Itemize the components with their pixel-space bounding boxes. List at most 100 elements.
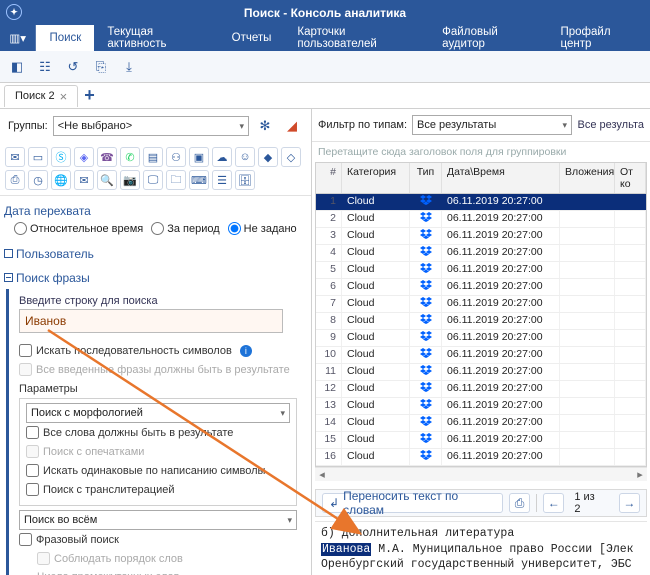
table-row[interactable]: 15 Cloud 06.11.2019 20:27:00 bbox=[316, 432, 646, 449]
print-button[interactable]: ⎙ bbox=[509, 493, 530, 513]
page-next-button[interactable]: → bbox=[619, 493, 640, 513]
preview-line-2: Иванова М.А. Муниципальное право России … bbox=[321, 542, 641, 558]
ficon-screen[interactable]: 🖵 bbox=[143, 170, 163, 190]
tab-usercards[interactable]: Карточки пользователей bbox=[284, 25, 429, 51]
ficon-card[interactable]: ▣ bbox=[189, 147, 209, 167]
radio-relative[interactable]: Относительное время bbox=[14, 222, 143, 235]
chk-samecase[interactable]: Искать одинаковые по написанию символы bbox=[26, 461, 290, 480]
chk-phrase-search[interactable]: Фразовый поиск bbox=[19, 530, 297, 549]
ficon-group[interactable]: ⚇ bbox=[166, 147, 186, 167]
ficon-camera[interactable]: 📷 bbox=[120, 170, 140, 190]
page-label: 1 из 2 bbox=[570, 491, 606, 515]
table-row[interactable]: 4 Cloud 06.11.2019 20:27:00 bbox=[316, 245, 646, 262]
ficon-chat[interactable]: ✉ bbox=[74, 170, 94, 190]
dropbox-icon bbox=[420, 212, 432, 222]
page-prev-button[interactable]: ← bbox=[543, 493, 564, 513]
tb-btn-4[interactable]: ⎘ bbox=[90, 56, 112, 78]
dropbox-icon bbox=[420, 331, 432, 341]
radio-none[interactable]: Не задано bbox=[228, 222, 297, 235]
col-type[interactable]: Тип bbox=[410, 163, 442, 193]
chk-translit[interactable]: Поиск с транслитерацией bbox=[26, 480, 290, 499]
tab-activity[interactable]: Текущая активность bbox=[94, 25, 218, 51]
ficon-search[interactable]: 🔍 bbox=[97, 170, 117, 190]
table-row[interactable]: 7 Cloud 06.11.2019 20:27:00 bbox=[316, 296, 646, 313]
wrap-text-button[interactable]: ↲ Переносить текст по словам bbox=[322, 493, 503, 513]
scroll-left-icon[interactable]: ◂ bbox=[315, 469, 329, 481]
ficon-viber[interactable]: ☎ bbox=[97, 147, 117, 167]
groups-gear-icon[interactable]: ✻ bbox=[254, 115, 276, 137]
chk-sequence[interactable]: Искать последовательность символов i bbox=[19, 341, 297, 360]
table-row[interactable]: 3 Cloud 06.11.2019 20:27:00 bbox=[316, 228, 646, 245]
doc-tab-search2[interactable]: Поиск 2 × bbox=[4, 85, 78, 107]
table-row[interactable]: 10 Cloud 06.11.2019 20:27:00 bbox=[316, 347, 646, 364]
tab-search[interactable]: Поиск bbox=[36, 25, 94, 51]
col-num[interactable]: # bbox=[316, 163, 342, 193]
ficon-rect[interactable]: ▭ bbox=[28, 147, 48, 167]
table-row[interactable]: 1 Cloud 06.11.2019 20:27:00 bbox=[316, 194, 646, 211]
new-tab-button[interactable]: + bbox=[84, 85, 95, 106]
ficon-13[interactable]: ◇ bbox=[281, 147, 301, 167]
table-row[interactable]: 14 Cloud 06.11.2019 20:27:00 bbox=[316, 415, 646, 432]
tb-btn-5[interactable]: ⤓ bbox=[118, 56, 140, 78]
tab-profile[interactable]: Профайл центр bbox=[547, 25, 650, 51]
ficon-whatsapp[interactable]: ✆ bbox=[120, 147, 140, 167]
app-menu-button[interactable]: ▥▾ bbox=[0, 25, 36, 51]
ficon-printer[interactable]: ⎙ bbox=[5, 170, 25, 190]
tab-fileauditor[interactable]: Файловый аудитор bbox=[429, 25, 547, 51]
section-intercept-date[interactable]: Дата перехвата bbox=[4, 198, 301, 222]
table-row[interactable]: 6 Cloud 06.11.2019 20:27:00 bbox=[316, 279, 646, 296]
ficon-keyboard[interactable]: ⌨ bbox=[189, 170, 209, 190]
col-date[interactable]: Дата\Время bbox=[442, 163, 560, 193]
table-row[interactable]: 8 Cloud 06.11.2019 20:27:00 bbox=[316, 313, 646, 330]
section-phrase[interactable]: Поиск фразы bbox=[4, 265, 301, 289]
radio-period[interactable]: За период bbox=[151, 222, 219, 235]
ficon-12[interactable]: ◆ bbox=[258, 147, 278, 167]
table-row[interactable]: 5 Cloud 06.11.2019 20:27:00 bbox=[316, 262, 646, 279]
ficon-folder[interactable]: 🗀 bbox=[166, 170, 186, 190]
results-grid[interactable]: # Категория Тип Дата\Время Вложения От к… bbox=[315, 162, 647, 467]
morphology-combo[interactable]: Поиск с морфологией▾ bbox=[26, 403, 290, 423]
phrase-input[interactable] bbox=[19, 309, 283, 333]
tab-reports[interactable]: Отчеты bbox=[219, 25, 285, 51]
section-user[interactable]: Пользователь bbox=[4, 241, 301, 265]
ficon-clock[interactable]: ◷ bbox=[28, 170, 48, 190]
ficon-file[interactable]: ▤ bbox=[143, 147, 163, 167]
dropbox-icon bbox=[420, 399, 432, 409]
groups-combo[interactable]: <Не выбрано> ▾ bbox=[53, 116, 249, 136]
col-category[interactable]: Категория bbox=[342, 163, 410, 193]
ficon-globe[interactable]: 🌐 bbox=[51, 170, 71, 190]
groups-label: Группы: bbox=[8, 120, 48, 132]
ficon-teams[interactable]: ◈ bbox=[74, 147, 94, 167]
doc-tab-label: Поиск 2 bbox=[15, 90, 55, 102]
table-row[interactable]: 2 Cloud 06.11.2019 20:27:00 bbox=[316, 211, 646, 228]
chk-all-words[interactable]: Все слова должны быть в результате bbox=[26, 423, 290, 442]
col-attachments[interactable]: Вложения bbox=[560, 163, 615, 193]
table-row[interactable]: 9 Cloud 06.11.2019 20:27:00 bbox=[316, 330, 646, 347]
grid-hscroll[interactable]: ◂ ▸ bbox=[315, 467, 647, 481]
table-row[interactable]: 13 Cloud 06.11.2019 20:27:00 bbox=[316, 398, 646, 415]
all-results-link[interactable]: Все результа bbox=[577, 119, 644, 131]
scroll-right-icon[interactable]: ▸ bbox=[633, 469, 647, 481]
info-icon: i bbox=[240, 345, 252, 357]
ficon-items[interactable]: ☰ bbox=[212, 170, 232, 190]
tb-btn-3[interactable]: ↺ bbox=[62, 56, 84, 78]
scope-combo[interactable]: Поиск во всём▾ bbox=[19, 510, 297, 530]
ficon-mail[interactable]: ✉ bbox=[5, 147, 25, 167]
table-row[interactable]: 16 Cloud 06.11.2019 20:27:00 bbox=[316, 449, 646, 466]
ficon-skype[interactable]: Ⓢ bbox=[51, 147, 71, 167]
dropbox-icon bbox=[420, 280, 432, 290]
groups-clear-icon[interactable]: ◢ bbox=[281, 115, 303, 137]
table-row[interactable]: 12 Cloud 06.11.2019 20:27:00 bbox=[316, 381, 646, 398]
close-icon[interactable]: × bbox=[60, 89, 68, 104]
tb-btn-2[interactable]: ☷ bbox=[34, 56, 56, 78]
table-row[interactable]: 11 Cloud 06.11.2019 20:27:00 bbox=[316, 364, 646, 381]
col-from[interactable]: От ко bbox=[615, 163, 646, 193]
dropbox-icon bbox=[420, 365, 432, 375]
ficon-db[interactable]: 🗄 bbox=[235, 170, 255, 190]
dropbox-icon bbox=[420, 229, 432, 239]
preview-line-3: Оренбургский государственный университет… bbox=[321, 557, 641, 573]
ficon-user[interactable]: ☺ bbox=[235, 147, 255, 167]
ficon-cloud[interactable]: ☁ bbox=[212, 147, 232, 167]
type-filter-combo[interactable]: Все результаты▾ bbox=[412, 115, 572, 135]
tb-btn-1[interactable]: ◧ bbox=[6, 56, 28, 78]
